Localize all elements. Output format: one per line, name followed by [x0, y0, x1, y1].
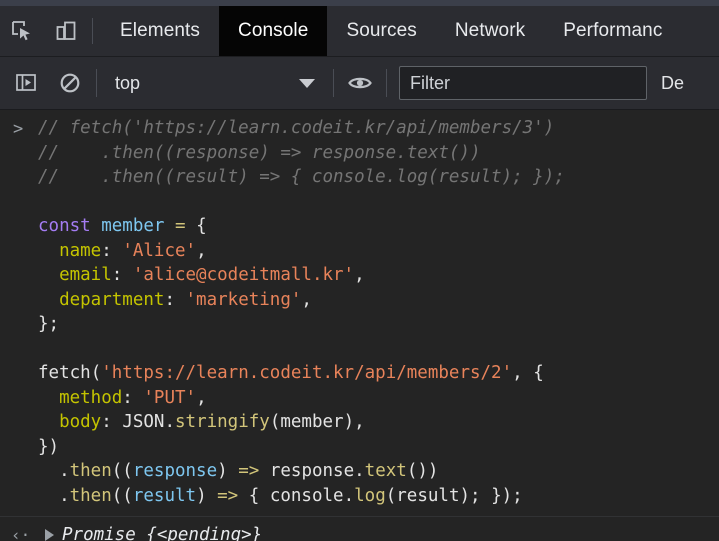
- console-toolbar: top Filter De: [0, 57, 719, 110]
- code-token: 'Alice': [122, 240, 197, 261]
- code-token: .: [38, 461, 70, 481]
- code-token: ,: [301, 289, 312, 310]
- code-token: name: [59, 240, 102, 261]
- code-token: stringify: [175, 412, 270, 432]
- code-token: ((: [111, 461, 133, 481]
- code-token: email: [59, 265, 112, 285]
- toolbar-divider-1: [96, 69, 97, 97]
- return-arrow-icon: ‹·: [11, 525, 31, 541]
- code-token: :: [122, 387, 144, 408]
- code-token: response: [132, 461, 218, 481]
- code-token: ): [217, 461, 239, 481]
- code-token: method: [59, 387, 123, 408]
- expand-triangle-icon[interactable]: [45, 529, 54, 541]
- code-token: :: [101, 412, 123, 432]
- code-token: .: [38, 485, 70, 506]
- code-token: text: [364, 461, 407, 481]
- code-token: {: [185, 216, 207, 236]
- code-token: }): [38, 436, 60, 457]
- code-token: (result); });: [385, 485, 523, 506]
- code-token: ,: [196, 240, 207, 261]
- toolbar-divider-3: [386, 69, 387, 97]
- tabbar-divider: [92, 18, 93, 44]
- device-toolbar-icon[interactable]: [44, 6, 88, 56]
- console-input-code: // fetch('https://learn.codeit.kr/api/me…: [0, 116, 719, 508]
- devtools-tabbar: Elements Console Sources Network Perform…: [0, 6, 719, 57]
- code-token: department: [59, 289, 165, 310]
- tab-elements-label: Elements: [120, 20, 201, 41]
- filter-input[interactable]: Filter: [399, 66, 647, 100]
- code-token: ((: [111, 485, 133, 506]
- prompt-arrow-icon: >: [13, 119, 24, 139]
- clear-console-icon[interactable]: [48, 57, 92, 109]
- code-token: then: [69, 485, 112, 506]
- code-token: 'marketing': [185, 289, 302, 310]
- code-token: { console.: [238, 485, 355, 506]
- show-console-sidebar-icon[interactable]: [4, 57, 48, 109]
- tab-sources-label: Sources: [346, 20, 417, 41]
- code-token: then: [69, 461, 112, 481]
- code-token: :: [111, 265, 133, 285]
- code-token: =: [175, 216, 186, 236]
- code-token: =>: [217, 485, 239, 506]
- code-token: , {: [512, 363, 544, 383]
- filter-placeholder: Filter: [410, 72, 450, 93]
- code-token: 'PUT': [143, 387, 197, 408]
- tab-performance[interactable]: Performanc: [544, 6, 681, 56]
- code-token: result: [132, 485, 197, 506]
- code-token: ()): [406, 461, 439, 481]
- console-message-list[interactable]: > // fetch('https://learn.codeit.kr/api/…: [0, 110, 719, 541]
- code-token: (: [90, 363, 102, 383]
- code-token: JSON.: [122, 412, 175, 432]
- console-result-entry[interactable]: ‹· Promise {<pending>}: [0, 517, 719, 541]
- execution-context-select[interactable]: top: [101, 57, 329, 109]
- code-token: log: [354, 485, 386, 506]
- toolbar-divider-2: [333, 69, 334, 97]
- code-token: 'https://learn.codeit.kr/api/members/2': [101, 363, 513, 383]
- code-token: };: [38, 314, 60, 334]
- code-token: 'alice@codeitmall.kr': [132, 265, 355, 285]
- code-token: ,: [196, 387, 207, 408]
- log-levels-label: De: [661, 72, 685, 93]
- execution-context-value: top: [115, 72, 141, 93]
- code-token: response.: [259, 461, 365, 481]
- log-levels-select[interactable]: De: [661, 73, 684, 94]
- code-token: member: [101, 216, 165, 236]
- inspect-element-icon[interactable]: [0, 6, 44, 56]
- code-token: body: [59, 412, 102, 432]
- tab-network-label: Network: [454, 20, 526, 41]
- tab-performance-label: Performanc: [563, 20, 663, 41]
- code-token: // fetch('https://learn.codeit.kr/api/me…: [38, 118, 555, 138]
- devtools-window: Elements Console Sources Network Perform…: [0, 0, 719, 541]
- tab-sources[interactable]: Sources: [327, 6, 435, 56]
- live-expression-eye-icon[interactable]: [338, 57, 382, 109]
- console-result-value: Promise {<pending>}: [62, 525, 263, 541]
- code-token: fetch: [38, 363, 91, 383]
- code-token: :: [101, 240, 123, 261]
- tab-network[interactable]: Network: [436, 6, 544, 56]
- code-token: ): [196, 485, 218, 506]
- code-token: // .then((result) => { console.log(resul…: [38, 167, 565, 187]
- chevron-down-icon: [299, 78, 315, 88]
- code-token: const: [38, 216, 91, 236]
- code-token: (member),: [269, 412, 365, 432]
- console-input-entry[interactable]: > // fetch('https://learn.codeit.kr/api/…: [0, 110, 719, 517]
- code-token: // .then((response) => response.text()): [38, 142, 481, 163]
- tab-console[interactable]: Console: [219, 6, 328, 56]
- tab-console-label: Console: [238, 20, 309, 41]
- tab-elements[interactable]: Elements: [101, 6, 219, 56]
- code-token: :: [164, 289, 186, 310]
- code-token: =>: [238, 461, 260, 481]
- code-token: ,: [354, 265, 365, 285]
